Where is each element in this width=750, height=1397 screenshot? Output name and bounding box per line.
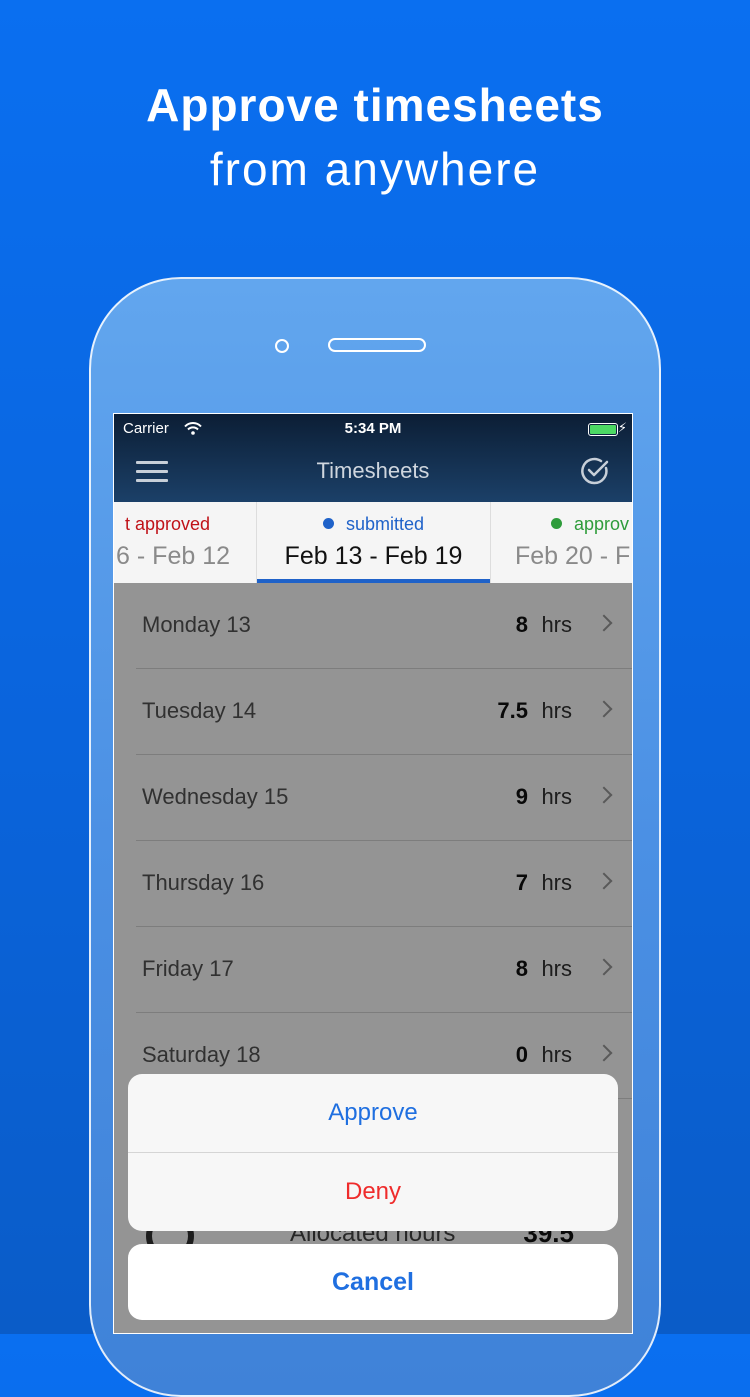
headline-title: Approve timesheets xyxy=(146,79,604,131)
page-title: Timesheets xyxy=(316,458,430,483)
status-dot-icon xyxy=(551,518,562,529)
approve-all-icon[interactable] xyxy=(580,456,610,486)
action-sheet: Approve Deny xyxy=(128,1074,618,1231)
approve-button[interactable]: Approve xyxy=(128,1074,618,1153)
status-dot-icon xyxy=(322,518,334,529)
period-tabs: t approved 6 - Feb 12 submitted Feb 13 -… xyxy=(114,502,632,583)
tab-next-period[interactable]: approv Feb 20 - F xyxy=(491,502,632,583)
earpiece-speaker xyxy=(328,338,426,352)
tab-current-period[interactable]: submitted Feb 13 - Feb 19 xyxy=(256,502,491,583)
headline-subtitle: from anywhere xyxy=(209,143,541,195)
charging-icon: ⚡ xyxy=(617,420,627,435)
tab-dates: Feb 13 - Feb 19 xyxy=(284,542,463,570)
tab-status: submitted xyxy=(345,514,425,534)
phone-screen: Carrier 5:34 PM ⚡ Timesheets t approved … xyxy=(113,413,633,1334)
navigation-bar: Carrier 5:34 PM ⚡ Timesheets xyxy=(114,414,632,502)
front-camera xyxy=(275,339,289,353)
deny-button[interactable]: Deny xyxy=(128,1153,618,1231)
tab-status: t approved xyxy=(124,514,210,534)
tab-previous-period[interactable]: t approved 6 - Feb 12 xyxy=(114,502,254,583)
status-time: 5:34 PM xyxy=(344,420,402,437)
tab-status: approv xyxy=(574,514,630,534)
status-bar: Carrier 5:34 PM ⚡ xyxy=(114,420,632,442)
battery-icon xyxy=(588,423,618,436)
tab-dates: Feb 20 - F xyxy=(515,542,631,570)
cancel-button[interactable]: Cancel xyxy=(128,1244,618,1320)
tab-dates: 6 - Feb 12 xyxy=(116,542,230,570)
